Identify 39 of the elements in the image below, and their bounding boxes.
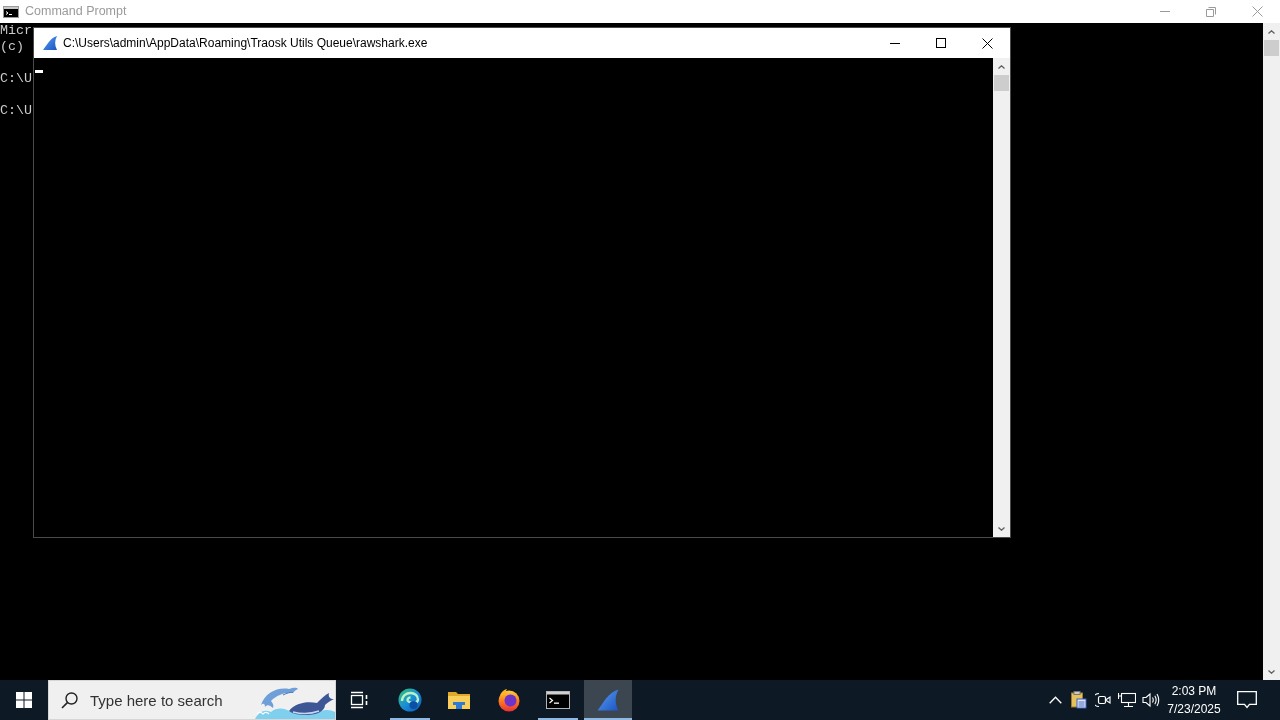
speaker-icon[interactable] bbox=[1142, 692, 1160, 708]
camera-icon[interactable] bbox=[1095, 692, 1111, 708]
flame-globe-icon[interactable] bbox=[496, 688, 521, 712]
console-text: C:\U bbox=[0, 71, 32, 87]
scrollbar[interactable] bbox=[993, 58, 1010, 537]
scroll-thumb[interactable] bbox=[1264, 40, 1279, 56]
taskbar-button[interactable] bbox=[583, 680, 632, 720]
scroll-thumb[interactable] bbox=[994, 75, 1009, 91]
close-icon bbox=[981, 37, 993, 49]
window-title: Command Prompt bbox=[25, 3, 127, 21]
clock-date[interactable]: 7/23/2025 bbox=[1163, 700, 1225, 718]
speech-bubble-icon[interactable] bbox=[1237, 691, 1257, 709]
window-title: C:\Users\admin\AppData\Roaming\Traosk Utils Queue\rawshark.exe bbox=[63, 35, 428, 52]
search-field[interactable]: Type here to search bbox=[90, 688, 255, 712]
fin-icon bbox=[42, 35, 58, 51]
close-icon bbox=[1251, 6, 1263, 17]
minimize-icon bbox=[890, 42, 900, 44]
chevron-up-icon bbox=[998, 64, 1005, 69]
console-icon[interactable] bbox=[546, 691, 570, 709]
maximize-icon bbox=[936, 38, 946, 48]
chevron-up-icon bbox=[1268, 29, 1275, 34]
console-text: (c) bbox=[0, 39, 24, 55]
scrollbar[interactable] bbox=[1263, 23, 1280, 680]
restore-icon bbox=[1206, 6, 1216, 17]
clipboard-icon[interactable] bbox=[1071, 691, 1087, 709]
console-icon bbox=[3, 5, 19, 18]
swirl-icon[interactable] bbox=[397, 688, 422, 712]
chevron-down-icon bbox=[998, 526, 1005, 531]
monitor-icon[interactable] bbox=[1118, 692, 1136, 708]
console-text: Micr bbox=[0, 23, 32, 39]
search-bar[interactable]: Type here to search bbox=[48, 680, 336, 720]
search-icon bbox=[61, 691, 78, 709]
console-text: C:\U bbox=[0, 103, 32, 119]
folder-icon[interactable] bbox=[447, 690, 471, 710]
chevron-down-icon bbox=[1268, 669, 1275, 674]
chevron-up-icon[interactable] bbox=[1048, 696, 1062, 704]
minimize-icon bbox=[1160, 11, 1170, 12]
task-view-icon[interactable] bbox=[350, 691, 370, 709]
clock-time[interactable]: 2:03 PM bbox=[1163, 682, 1225, 700]
